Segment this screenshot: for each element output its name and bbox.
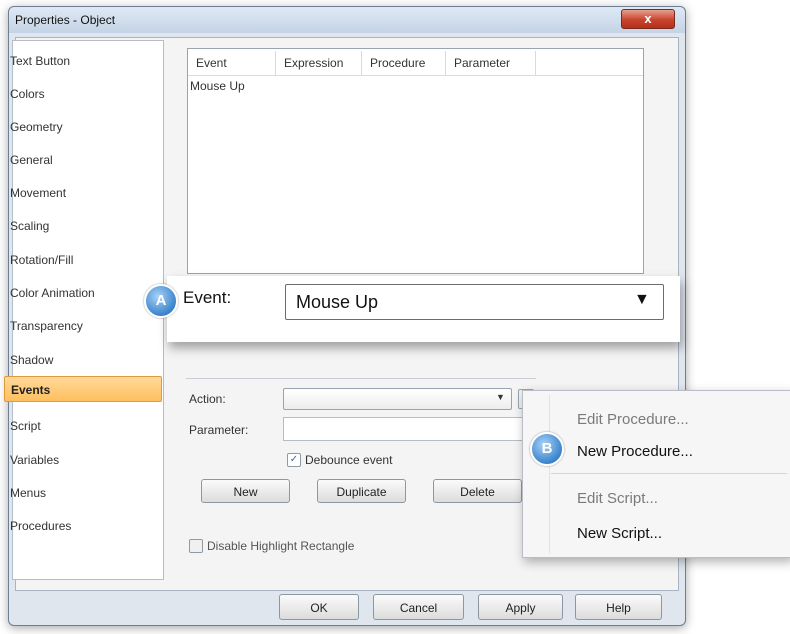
debounce-checkbox[interactable]: ✓ xyxy=(287,453,301,467)
nav-item-color-animation[interactable]: Color Animation xyxy=(10,283,95,303)
section-divider xyxy=(186,378,536,379)
nav-item-geometry[interactable]: Geometry xyxy=(10,117,63,137)
event-label: Event: xyxy=(183,288,232,307)
event-dropdown-value: Mouse Up xyxy=(296,292,379,312)
checkmark-icon: ✓ xyxy=(289,454,299,465)
apply-button[interactable]: Apply xyxy=(478,594,563,620)
nav-item-scaling[interactable]: Scaling xyxy=(10,216,49,236)
nav-item-events[interactable]: Events xyxy=(4,376,162,402)
nav-item-colors[interactable]: Colors xyxy=(10,84,45,104)
menu-item-edit-script[interactable]: Edit Script... xyxy=(577,490,658,507)
close-button[interactable]: x xyxy=(621,9,675,29)
ok-button[interactable]: OK xyxy=(279,594,359,620)
disable-highlight-label: Disable Highlight Rectangle xyxy=(207,539,355,553)
disable-highlight-checkbox[interactable] xyxy=(189,539,203,553)
nav-item-movement[interactable]: Movement xyxy=(10,183,66,203)
nav-item-script[interactable]: Script xyxy=(10,416,41,436)
column-header-event[interactable]: Event xyxy=(188,51,276,75)
menu-item-new-script[interactable]: New Script... xyxy=(577,525,662,542)
procedure-context-menu: Edit Procedure... New Procedure... Edit … xyxy=(522,390,790,558)
events-table[interactable]: Event Expression Procedure Parameter Mou… xyxy=(187,48,644,274)
menu-item-edit-procedure[interactable]: Edit Procedure... xyxy=(577,411,689,428)
parameter-input[interactable] xyxy=(283,417,533,441)
nav-item-general[interactable]: General xyxy=(10,150,53,170)
nav-item-procedures[interactable]: Procedures xyxy=(10,516,71,536)
action-label: Action: xyxy=(189,392,226,406)
new-button[interactable]: New xyxy=(201,479,290,503)
event-callout: Event: Mouse Up ▼ xyxy=(167,276,680,342)
title-bar[interactable]: Properties - Object x xyxy=(9,7,685,33)
delete-button[interactable]: Delete xyxy=(433,479,522,503)
event-dropdown[interactable]: Mouse Up ▼ xyxy=(285,284,664,320)
nav-item-variables[interactable]: Variables xyxy=(10,450,59,470)
debounce-label: Debounce event xyxy=(305,453,393,467)
window-title: Properties - Object xyxy=(15,13,116,27)
menu-item-new-procedure[interactable]: New Procedure... xyxy=(577,443,693,460)
chevron-down-icon[interactable]: ▼ xyxy=(496,392,505,402)
header-divider xyxy=(188,75,643,76)
nav-item-shadow[interactable]: Shadow xyxy=(10,350,53,370)
parameter-label: Parameter: xyxy=(189,423,249,437)
nav-item-transparency[interactable]: Transparency xyxy=(10,316,83,336)
callout-badge-a: A xyxy=(144,284,178,318)
column-header-procedure[interactable]: Procedure xyxy=(362,51,446,75)
cancel-button[interactable]: Cancel xyxy=(373,594,464,620)
nav-item-text-button[interactable]: Text Button xyxy=(10,51,70,71)
help-button[interactable]: Help xyxy=(575,594,662,620)
menu-separator xyxy=(551,473,787,474)
table-row-event-cell[interactable]: Mouse Up xyxy=(190,79,245,93)
column-header-parameter[interactable]: Parameter xyxy=(446,51,536,75)
action-dropdown[interactable]: ▼ xyxy=(283,388,512,410)
callout-badge-b: B xyxy=(530,432,564,466)
nav-item-menus[interactable]: Menus xyxy=(10,483,46,503)
duplicate-button[interactable]: Duplicate xyxy=(317,479,406,503)
column-header-expression[interactable]: Expression xyxy=(276,51,362,75)
chevron-down-icon[interactable]: ▼ xyxy=(634,291,650,309)
nav-item-rotation-fill[interactable]: Rotation/Fill xyxy=(10,250,73,270)
menu-icon-gutter xyxy=(549,395,550,553)
